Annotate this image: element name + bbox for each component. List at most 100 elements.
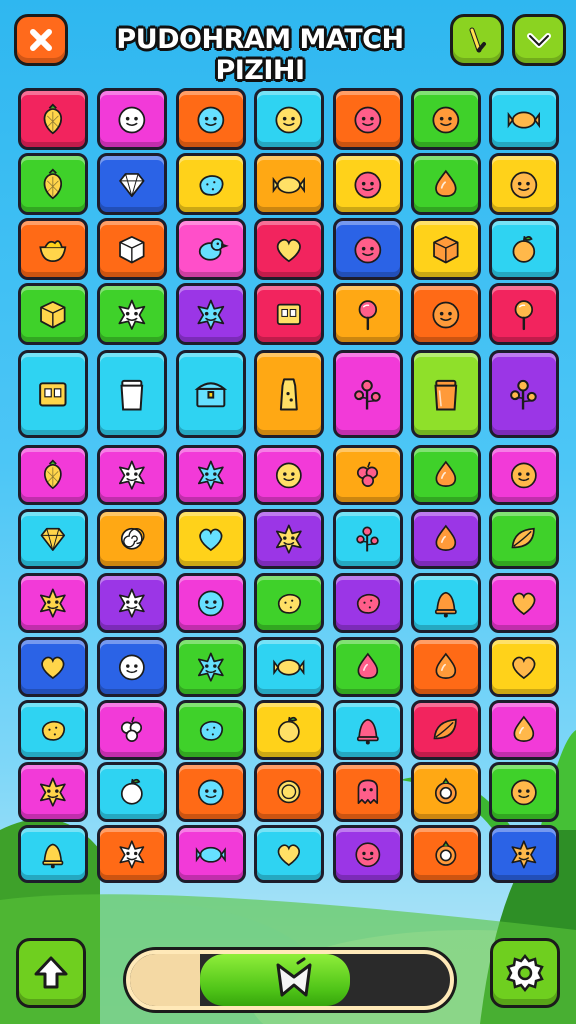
tile-r6-c7[interactable] xyxy=(489,445,559,505)
bowtie-icon[interactable] xyxy=(272,957,316,1003)
tile-r8-c1[interactable] xyxy=(18,573,88,633)
tile-r1-c1[interactable] xyxy=(18,88,88,150)
tile-r12-c2[interactable] xyxy=(97,825,167,883)
tile-grid xyxy=(0,0,576,1024)
tile-r12-c3[interactable] xyxy=(176,825,246,883)
tile-r11-c6[interactable] xyxy=(411,762,481,822)
tile-r4-c3[interactable] xyxy=(176,283,246,345)
tile-r7-c6[interactable] xyxy=(411,509,481,569)
tile-r7-c4[interactable] xyxy=(254,509,324,569)
tile-r12-c5[interactable] xyxy=(333,825,403,883)
tile-r8-c5[interactable] xyxy=(333,573,403,633)
confirm-button[interactable] xyxy=(512,14,566,66)
tile-r4-c5[interactable] xyxy=(333,283,403,345)
tile-r9-c5[interactable] xyxy=(333,637,403,697)
tile-r8-c4[interactable] xyxy=(254,573,324,633)
tile-r1-c3[interactable] xyxy=(176,88,246,150)
tile-r4-c2[interactable] xyxy=(97,283,167,345)
tile-r10-c7[interactable] xyxy=(489,700,559,760)
potato-icon xyxy=(199,174,224,196)
tile-r2-c3[interactable] xyxy=(176,153,246,215)
tile-r5-c4[interactable] xyxy=(254,350,324,438)
tile-r1-c2[interactable] xyxy=(97,88,167,150)
tile-r8-c2[interactable] xyxy=(97,573,167,633)
tile-r6-c4[interactable] xyxy=(254,445,324,505)
tile-r1-c7[interactable] xyxy=(489,88,559,150)
tile-r2-c2[interactable] xyxy=(97,153,167,215)
tile-r5-c6[interactable] xyxy=(411,350,481,438)
heart-icon xyxy=(199,528,223,552)
tile-r4-c1[interactable] xyxy=(18,283,88,345)
tile-r5-c5[interactable] xyxy=(333,350,403,438)
tile-r9-c4[interactable] xyxy=(254,637,324,697)
tile-r6-c3[interactable] xyxy=(176,445,246,505)
tile-r3-c7[interactable] xyxy=(489,218,559,280)
tile-r12-c4[interactable] xyxy=(254,825,324,883)
tile-r11-c4[interactable] xyxy=(254,762,324,822)
tile-r4-c7[interactable] xyxy=(489,283,559,345)
tile-r8-c7[interactable] xyxy=(489,573,559,633)
tile-r2-c7[interactable] xyxy=(489,153,559,215)
tile-r6-c2[interactable] xyxy=(97,445,167,505)
tile-r5-c2[interactable] xyxy=(97,350,167,438)
tile-r1-c4[interactable] xyxy=(254,88,324,150)
tile-r7-c7[interactable] xyxy=(489,509,559,569)
star-icon xyxy=(40,777,66,807)
tile-r11-c3[interactable] xyxy=(176,762,246,822)
jar-icon xyxy=(120,379,144,411)
tile-r4-c6[interactable] xyxy=(411,283,481,345)
tile-r10-c4[interactable] xyxy=(254,700,324,760)
up-button[interactable] xyxy=(16,938,86,1008)
hint-button[interactable] xyxy=(450,14,504,66)
tile-r3-c1[interactable] xyxy=(18,218,88,280)
tile-r11-c2[interactable] xyxy=(97,762,167,822)
tile-r10-c6[interactable] xyxy=(411,700,481,760)
tile-r2-c1[interactable] xyxy=(18,153,88,215)
tile-r1-c5[interactable] xyxy=(333,88,403,150)
tile-r5-c7[interactable] xyxy=(489,350,559,438)
tile-r10-c5[interactable] xyxy=(333,700,403,760)
tile-r2-c4[interactable] xyxy=(254,153,324,215)
tile-r3-c4[interactable] xyxy=(254,218,324,280)
tile-r8-c6[interactable] xyxy=(411,573,481,633)
heart-icon xyxy=(512,656,536,680)
tile-r9-c7[interactable] xyxy=(489,637,559,697)
tile-r10-c1[interactable] xyxy=(18,700,88,760)
tile-r8-c3[interactable] xyxy=(176,573,246,633)
tile-r3-c2[interactable] xyxy=(97,218,167,280)
flower-icon xyxy=(354,379,381,410)
tile-r12-c1[interactable] xyxy=(18,825,88,883)
tile-r2-c6[interactable] xyxy=(411,153,481,215)
tile-r9-c3[interactable] xyxy=(176,637,246,697)
face-icon xyxy=(432,301,460,329)
tile-r7-c1[interactable] xyxy=(18,509,88,569)
tile-r7-c3[interactable] xyxy=(176,509,246,569)
tile-r3-c6[interactable] xyxy=(411,218,481,280)
tile-r5-c3[interactable] xyxy=(176,350,246,438)
tile-r9-c1[interactable] xyxy=(18,637,88,697)
close-button[interactable] xyxy=(14,14,68,66)
tile-r7-c5[interactable] xyxy=(333,509,403,569)
tile-r11-c5[interactable] xyxy=(333,762,403,822)
tile-r12-c7[interactable] xyxy=(489,825,559,883)
tile-r6-c1[interactable] xyxy=(18,445,88,505)
drop-icon xyxy=(435,169,457,197)
tile-r9-c6[interactable] xyxy=(411,637,481,697)
tile-r2-c5[interactable] xyxy=(333,153,403,215)
tile-r10-c3[interactable] xyxy=(176,700,246,760)
tile-r7-c2[interactable] xyxy=(97,509,167,569)
settings-button[interactable] xyxy=(490,938,560,1008)
drop-icon xyxy=(435,524,457,552)
tile-r11-c1[interactable] xyxy=(18,762,88,822)
tile-r4-c4[interactable] xyxy=(254,283,324,345)
tile-r10-c2[interactable] xyxy=(97,700,167,760)
tile-r9-c2[interactable] xyxy=(97,637,167,697)
tile-r3-c5[interactable] xyxy=(333,218,403,280)
tile-r6-c6[interactable] xyxy=(411,445,481,505)
tile-r5-c1[interactable] xyxy=(18,350,88,438)
tile-r6-c5[interactable] xyxy=(333,445,403,505)
tile-r1-c6[interactable] xyxy=(411,88,481,150)
tile-r12-c6[interactable] xyxy=(411,825,481,883)
tile-r3-c3[interactable] xyxy=(176,218,246,280)
tile-r11-c7[interactable] xyxy=(489,762,559,822)
